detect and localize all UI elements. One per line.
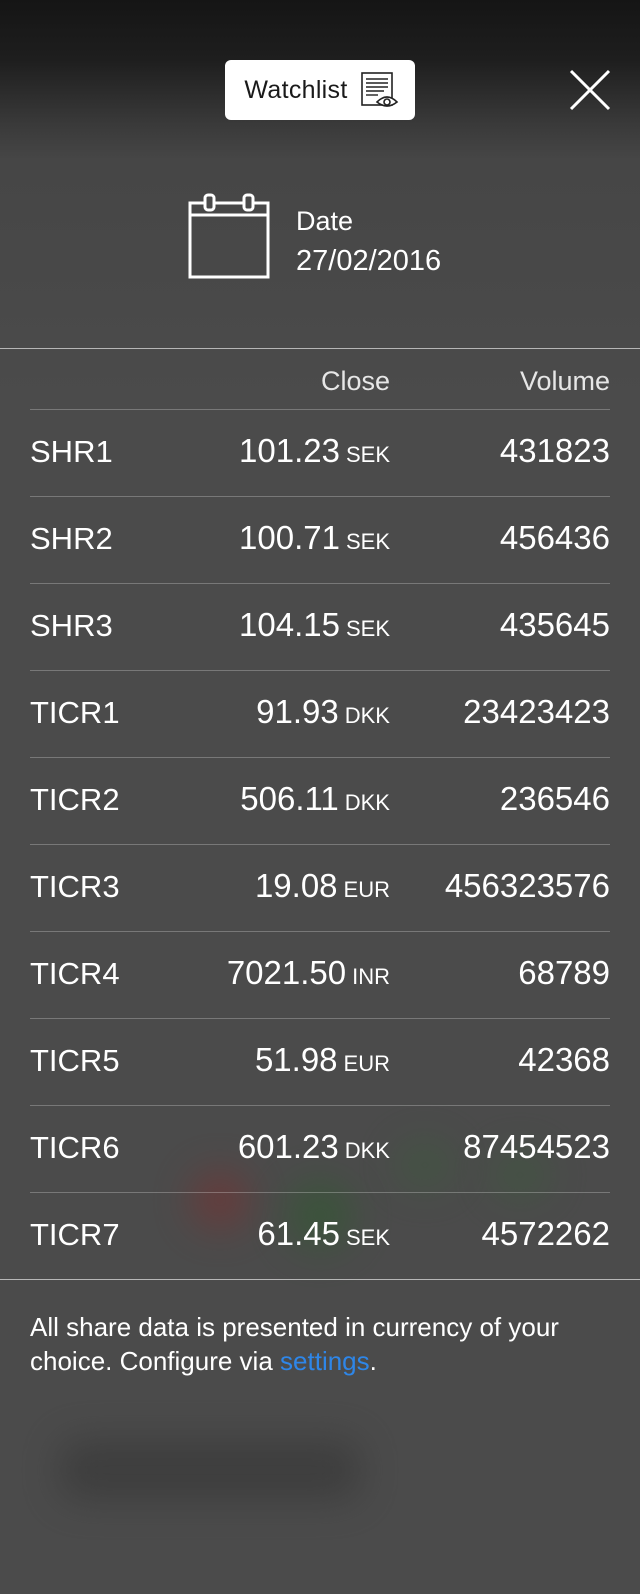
currency-note: All share data is presented in currency … xyxy=(30,1310,590,1378)
row-symbol: TICR4 xyxy=(30,956,120,991)
table-row[interactable]: SHR3 104.15 SEK 435645 xyxy=(30,584,610,671)
table-bottom-divider xyxy=(0,1279,640,1280)
close-icon[interactable] xyxy=(568,68,612,112)
row-close-value: 51.98 xyxy=(254,1041,338,1078)
row-currency: SEK xyxy=(345,1225,390,1250)
row-close: 61.45 SEK xyxy=(257,1215,390,1253)
row-currency: INR xyxy=(352,964,390,989)
row-close-value: 601.23 xyxy=(237,1128,339,1165)
row-symbol: SHR2 xyxy=(30,521,113,556)
row-symbol: TICR6 xyxy=(30,1130,120,1165)
row-close-value: 506.11 xyxy=(240,780,339,817)
row-close-value: 100.71 xyxy=(239,519,340,556)
row-close: 601.23 DKK xyxy=(238,1128,390,1166)
row-volume: 431823 xyxy=(499,432,610,469)
row-close: 7021.50 INR xyxy=(227,954,390,992)
row-volume: 236546 xyxy=(499,780,610,817)
row-volume: 23423423 xyxy=(463,693,610,730)
row-volume: 68789 xyxy=(518,954,610,991)
row-close-value: 7021.50 xyxy=(226,954,347,991)
table-row[interactable]: TICR6 601.23 DKK 87454523 xyxy=(30,1106,610,1193)
row-volume: 42368 xyxy=(518,1041,610,1078)
table-row[interactable]: TICR3 19.08 EUR 456323576 xyxy=(30,845,610,932)
row-close-value: 104.15 xyxy=(239,606,340,643)
row-symbol: SHR1 xyxy=(30,434,113,469)
column-header-close: Close xyxy=(320,366,390,396)
row-currency: DKK xyxy=(344,703,390,728)
column-header-volume: Volume xyxy=(519,366,610,396)
row-close: 51.98 EUR xyxy=(255,1041,390,1079)
row-currency: SEK xyxy=(345,529,390,554)
date-text: Date 27/02/2016 xyxy=(296,203,441,281)
row-currency: EUR xyxy=(343,877,390,902)
table-row[interactable]: TICR5 51.98 EUR 42368 xyxy=(30,1019,610,1106)
table-row[interactable]: TICR4 7021.50 INR 68789 xyxy=(30,932,610,1019)
blurred-background-shape xyxy=(60,1440,360,1500)
row-currency: DKK xyxy=(344,1138,390,1163)
table-row[interactable]: TICR2 506.11 DKK 236546 xyxy=(30,758,610,845)
table-body: SHR1 101.23 SEK 431823 SHR2 100.71 SEK 456436 SH… xyxy=(0,410,640,1279)
settings-link[interactable]: settings xyxy=(280,1346,370,1376)
row-volume: 87454523 xyxy=(463,1128,610,1165)
watchlist-button[interactable]: Watchlist xyxy=(225,60,415,120)
row-close: 91.93 DKK xyxy=(256,693,390,731)
row-currency: SEK xyxy=(345,616,390,641)
row-symbol: TICR3 xyxy=(30,869,120,904)
row-symbol: TICR2 xyxy=(30,782,120,817)
table-row[interactable]: TICR1 91.93 DKK 23423423 xyxy=(30,671,610,758)
table-row[interactable]: SHR2 100.71 SEK 456436 xyxy=(30,497,610,584)
table-row[interactable]: TICR7 61.45 SEK 4572262 xyxy=(30,1193,610,1279)
watchlist-label: Watchlist xyxy=(244,75,348,104)
header: Watchlist xyxy=(0,0,640,140)
row-currency: EUR xyxy=(343,1051,390,1076)
row-symbol: TICR7 xyxy=(30,1217,120,1252)
row-currency: SEK xyxy=(345,442,390,467)
watchlist-eye-icon xyxy=(360,72,398,107)
row-volume: 435645 xyxy=(499,606,610,643)
table-row[interactable]: SHR1 101.23 SEK 431823 xyxy=(30,410,610,497)
row-close: 100.71 SEK xyxy=(239,519,390,557)
row-close: 104.15 SEK xyxy=(239,606,390,644)
row-close-value: 19.08 xyxy=(254,867,338,904)
row-symbol: TICR5 xyxy=(30,1043,120,1078)
table-header: Close Volume xyxy=(30,349,610,410)
row-currency: DKK xyxy=(344,790,390,815)
share-table: Close Volume SHR1 101.23 SEK 431823 SHR2 100.… xyxy=(0,348,640,1280)
row-close: 506.11 DKK xyxy=(240,780,390,818)
calendar-icon xyxy=(188,193,270,279)
row-volume: 456436 xyxy=(499,519,610,556)
row-close: 101.23 SEK xyxy=(239,432,390,470)
row-symbol: TICR1 xyxy=(30,695,120,730)
date-label: Date xyxy=(296,206,354,236)
row-close: 19.08 EUR xyxy=(255,867,390,905)
row-close-value: 61.45 xyxy=(257,1215,340,1252)
currency-note-period: . xyxy=(369,1346,377,1376)
row-volume: 4572262 xyxy=(481,1215,610,1252)
date-value: 27/02/2016 xyxy=(296,245,442,277)
row-close-value: 101.23 xyxy=(239,432,340,469)
row-volume: 456323576 xyxy=(444,867,610,904)
row-close-value: 91.93 xyxy=(256,693,339,730)
row-symbol: SHR3 xyxy=(30,608,113,643)
date-selector[interactable]: Date 27/02/2016 xyxy=(188,193,441,283)
